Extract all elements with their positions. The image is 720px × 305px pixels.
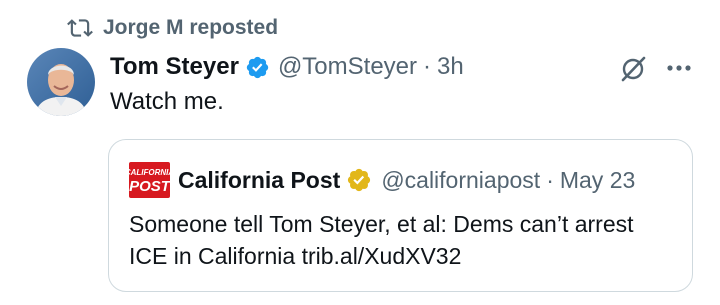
repost-icon (67, 19, 93, 37)
gold-verified-badge-icon[interactable] (346, 167, 372, 193)
quoted-author-name[interactable]: California Post (178, 167, 340, 194)
logo-line-1: CALIFORNIA (129, 168, 170, 177)
verified-badge-icon[interactable] (245, 55, 270, 80)
quoted-tweet-header: CALIFORNIA POST California Post @califor… (129, 162, 635, 198)
logo-line-2: POST (129, 178, 170, 195)
more-icon (667, 65, 691, 71)
post-time[interactable]: 3h (437, 53, 464, 81)
grok-icon (621, 56, 646, 82)
tweet-header: Tom Steyer @TomSteyer · 3h (110, 50, 464, 84)
quoted-tweet-text: Someone tell Tom Steyer, et al: Dems can… (129, 211, 634, 269)
separator-dot: · (423, 53, 432, 80)
grok-button[interactable] (618, 54, 648, 84)
author-name[interactable]: Tom Steyer (110, 53, 239, 81)
repost-label[interactable]: Jorge M reposted (103, 16, 278, 40)
more-options-button[interactable] (664, 56, 694, 80)
avatar[interactable] (27, 48, 95, 116)
quoted-post-time[interactable]: May 23 (560, 167, 635, 194)
california-post-logo[interactable]: CALIFORNIA POST (129, 162, 170, 198)
quoted-separator-dot: · (546, 166, 554, 193)
repost-indicator[interactable]: Jorge M reposted (67, 14, 278, 42)
quoted-author-handle[interactable]: @californiapost (381, 167, 540, 194)
tweet-text: Watch me. (110, 88, 224, 115)
author-handle[interactable]: @TomSteyer (278, 53, 417, 81)
quoted-tweet-card[interactable]: CALIFORNIA POST California Post @califor… (108, 139, 693, 292)
